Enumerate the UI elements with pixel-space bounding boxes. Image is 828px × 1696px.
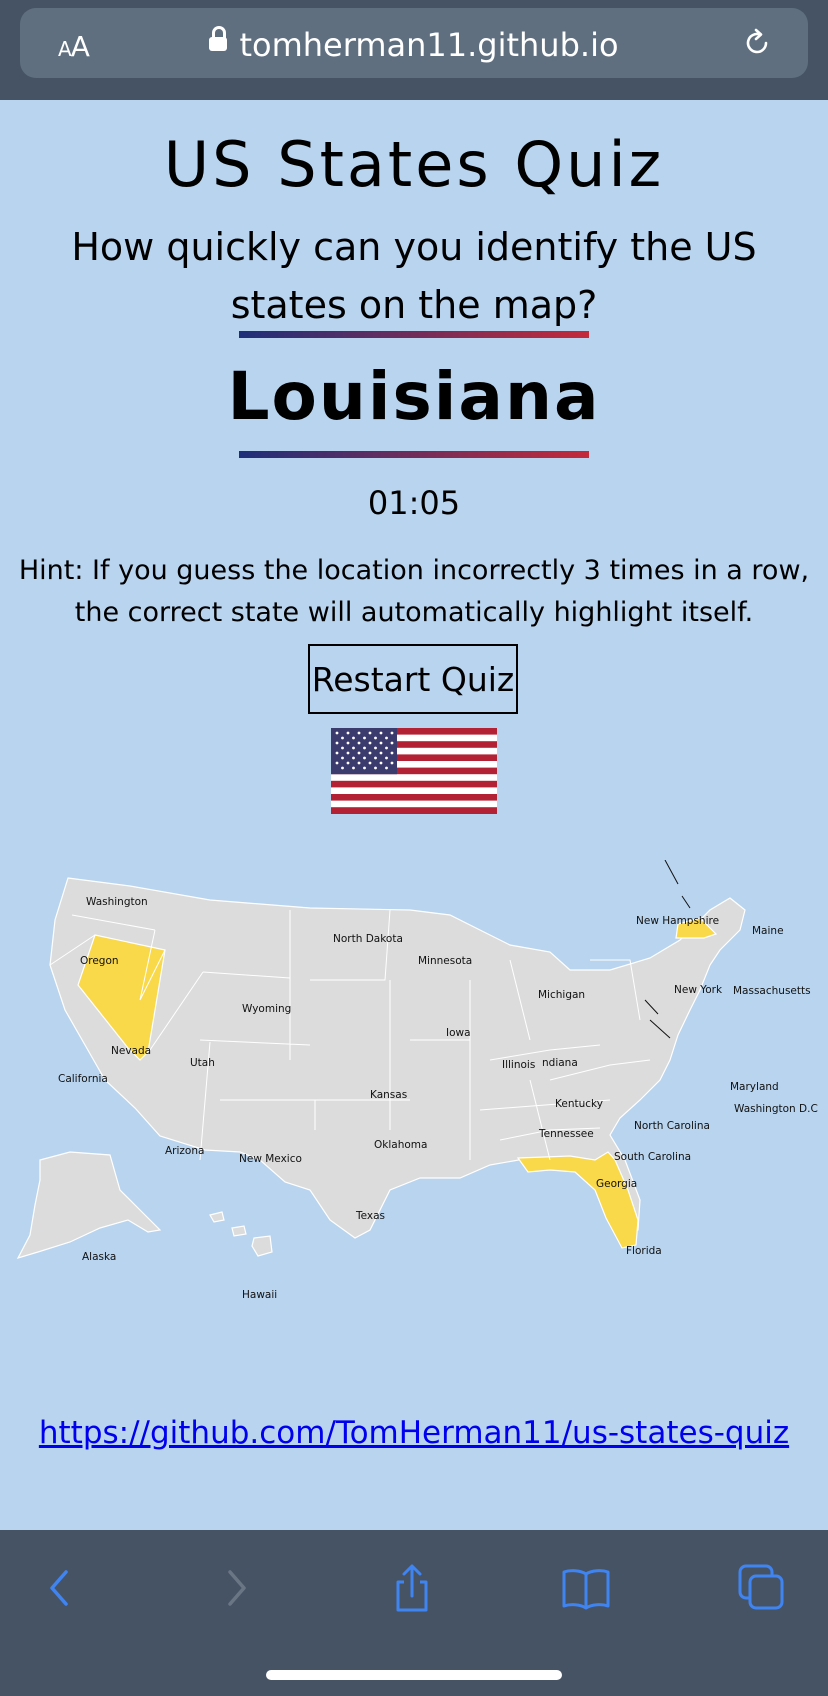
state-hawaii[interactable] [209,1211,273,1257]
label-new-york: New York [674,984,723,996]
label-north-dakota: North Dakota [333,933,403,945]
label-washington-dc: Washington D.C [734,1103,818,1115]
label-new-mexico: New Mexico [239,1153,302,1165]
reload-icon[interactable] [742,28,772,58]
label-iowa: Iowa [446,1027,471,1039]
label-maryland: Maryland [730,1081,779,1093]
page-subtitle: How quickly can you identify the US stat… [71,225,757,327]
label-utah: Utah [190,1057,215,1069]
label-north-carolina: North Carolina [634,1120,710,1132]
label-kansas: Kansas [370,1089,407,1101]
browser-bottom-toolbar [0,1530,828,1696]
label-wyoming: Wyoming [242,1003,291,1015]
top-divider [239,331,589,338]
us-map[interactable]: Washington Oregon California Nevada Utah… [10,860,818,1380]
forward-icon[interactable] [208,1560,264,1616]
hint-text: Hint: If you guess the location incorrec… [18,555,810,628]
page-title: US States Quiz [163,128,665,201]
lock-icon [209,26,228,51]
label-michigan: Michigan [538,989,585,1001]
current-state-prompt: Louisiana [227,358,601,435]
browser-top-bar: AA tomherman11.github.io [0,0,828,100]
label-new-hampshire: New Hampshire [636,915,719,927]
bookmarks-icon[interactable] [558,1560,614,1616]
label-illinois: Illinois [502,1059,535,1071]
github-repo-link[interactable]: https://github.com/TomHerman11/us-states… [0,1415,828,1451]
state-alaska[interactable] [16,1151,162,1259]
bottom-divider [239,451,589,458]
label-south-carolina: South Carolina [614,1151,691,1163]
restart-quiz-button[interactable]: Restart Quiz [308,644,518,714]
label-oklahoma: Oklahoma [374,1139,427,1151]
label-tennessee: Tennessee [538,1128,594,1140]
tabs-icon[interactable] [734,1560,790,1616]
share-icon[interactable] [384,1560,440,1616]
quiz-timer: 01:05 [367,484,461,522]
label-nevada: Nevada [111,1045,151,1057]
back-icon[interactable] [32,1560,88,1616]
url-text: tomherman11.github.io [239,26,619,64]
label-hawaii: Hawaii [242,1289,277,1301]
url-display[interactable]: tomherman11.github.io [20,26,808,64]
label-kentucky: Kentucky [555,1098,603,1110]
label-oregon: Oregon [80,955,119,967]
label-arizona: Arizona [165,1145,204,1157]
label-indiana: ndiana [542,1057,578,1069]
label-texas: Texas [355,1210,385,1222]
label-alaska: Alaska [82,1251,116,1263]
address-bar[interactable]: AA tomherman11.github.io [20,8,808,78]
label-minnesota: Minnesota [418,955,472,967]
label-florida: Florida [626,1245,662,1257]
home-indicator [266,1670,562,1680]
label-massachusetts: Massachusetts [733,985,811,997]
label-california: California [58,1073,108,1085]
label-maine: Maine [752,925,784,937]
label-georgia: Georgia [596,1178,637,1190]
label-washington: Washington [86,896,148,908]
us-flag-icon [331,728,497,814]
